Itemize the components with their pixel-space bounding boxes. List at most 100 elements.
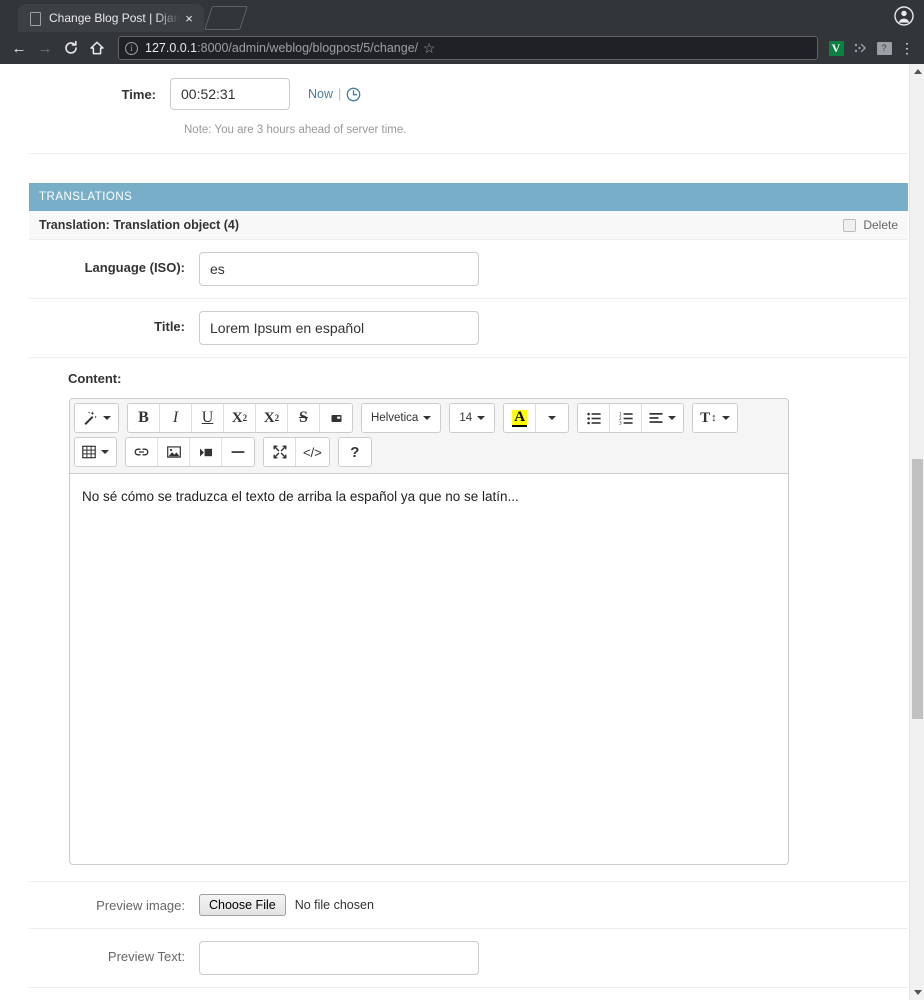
- strikethrough-button[interactable]: S: [288, 404, 320, 432]
- fontname-group: Helvetica: [361, 403, 441, 433]
- subscript-button[interactable]: X2: [256, 404, 288, 432]
- style-group: [74, 403, 119, 433]
- fontname-dropdown[interactable]: Helvetica: [362, 404, 440, 432]
- title-input[interactable]: Lorem Ipsum en español: [199, 311, 479, 345]
- time-input[interactable]: 00:52:31: [170, 78, 290, 110]
- extension-placeholder-icon[interactable]: ?: [872, 36, 896, 60]
- content-label: Content:: [68, 371, 908, 386]
- language-field-row: Language (ISO): es: [29, 240, 908, 299]
- preview-text-input[interactable]: [199, 941, 479, 975]
- eraser-icon[interactable]: [320, 404, 352, 432]
- expand-icon[interactable]: [264, 438, 296, 466]
- list-group: 1 2 3: [577, 403, 684, 433]
- svg-text:3: 3: [619, 420, 622, 425]
- scroll-up-icon[interactable]: [910, 64, 924, 79]
- translations-header: TRANSLATIONS: [29, 183, 908, 211]
- rich-text-editor: B I U X2 X2 S: [69, 398, 789, 865]
- code-icon[interactable]: </>: [296, 438, 329, 466]
- django-admin-change-form: Time: 00:52:31 Now | Note: You are 3 hou…: [0, 64, 909, 1000]
- scrollbar-thumb[interactable]: [912, 459, 923, 719]
- line-height-icon[interactable]: T↕: [693, 404, 737, 432]
- chevron-down-icon: [722, 416, 730, 420]
- view-group: </>: [263, 437, 330, 467]
- fontname-label: Helvetica: [371, 412, 418, 424]
- color-dropdown[interactable]: [536, 404, 568, 432]
- site-info-icon[interactable]: i: [125, 42, 138, 55]
- inline-title: Translation: Translation object (4): [39, 218, 239, 232]
- insert-group: [125, 437, 255, 467]
- new-tab-button[interactable]: [204, 6, 248, 30]
- table-icon[interactable]: [75, 438, 116, 466]
- align-icon[interactable]: [642, 404, 683, 432]
- clock-icon[interactable]: [346, 87, 361, 102]
- chevron-down-icon: [101, 450, 109, 454]
- preview-text-field-row: Preview Text:: [29, 929, 908, 988]
- fontsize-group: 14: [449, 403, 495, 433]
- page-scrollbar[interactable]: [909, 64, 924, 1000]
- translations-module: TRANSLATIONS Translation: Translation ob…: [29, 183, 908, 988]
- language-input[interactable]: es: [199, 252, 479, 286]
- back-icon[interactable]: ←: [6, 35, 32, 61]
- title-label: Title:: [29, 311, 199, 334]
- line-height-group: T↕: [692, 403, 738, 433]
- choose-file-button[interactable]: Choose File: [199, 894, 286, 916]
- file-status-text: No file chosen: [295, 898, 374, 912]
- italic-button[interactable]: I: [160, 404, 192, 432]
- font-style-group: B I U X2 X2 S: [127, 403, 353, 433]
- fontsize-dropdown[interactable]: 14: [450, 404, 494, 432]
- underline-button[interactable]: U: [192, 404, 224, 432]
- table-group: [74, 437, 117, 467]
- forward-icon[interactable]: →: [32, 35, 58, 61]
- page-viewport: Time: 00:52:31 Now | Note: You are 3 hou…: [0, 64, 924, 1000]
- extension-vue-devtools-icon[interactable]: V: [824, 36, 848, 60]
- chevron-down-icon: [423, 416, 431, 420]
- tab-strip: Change Blog Post | Djang ×: [0, 0, 924, 32]
- close-icon[interactable]: ×: [180, 9, 198, 27]
- chevron-down-icon: [668, 416, 676, 420]
- chevron-down-icon: [477, 416, 485, 420]
- chevron-down-icon: [548, 416, 556, 420]
- minus-icon[interactable]: [222, 438, 254, 466]
- browser-chrome: Change Blog Post | Djang × ← →: [0, 0, 924, 64]
- address-bar[interactable]: i 127.0.0.1:8000/admin/weblog/blogpost/5…: [118, 36, 818, 60]
- magic-wand-icon[interactable]: [75, 404, 118, 432]
- ol-icon[interactable]: 1 2 3: [610, 404, 642, 432]
- page-icon: [28, 11, 42, 25]
- bold-button[interactable]: B: [128, 404, 160, 432]
- extension-puzzle-icon[interactable]: [848, 36, 872, 60]
- home-icon[interactable]: [84, 35, 110, 61]
- reload-icon[interactable]: [58, 35, 84, 61]
- scroll-down-icon[interactable]: [910, 985, 924, 1000]
- color-group: A: [503, 403, 569, 433]
- superscript-button[interactable]: X2: [224, 404, 256, 432]
- editor-content-area[interactable]: No sé cómo se traduzca el texto de arrib…: [70, 474, 788, 864]
- link-icon[interactable]: [126, 438, 158, 466]
- url-text: 127.0.0.1:8000/admin/weblog/blogpost/5/c…: [145, 41, 418, 55]
- tab-title: Change Blog Post | Djang: [49, 11, 180, 25]
- now-link[interactable]: Now: [308, 87, 333, 101]
- browser-menu-icon[interactable]: ⋮: [896, 36, 918, 60]
- language-label: Language (ISO):: [29, 252, 199, 275]
- url-path: :8000/admin/weblog/blogpost/5/change/: [197, 41, 418, 55]
- preview-image-label: Preview image:: [29, 894, 199, 913]
- url-host: 127.0.0.1: [145, 41, 197, 55]
- delete-label: Delete: [863, 218, 898, 232]
- ul-icon[interactable]: [578, 404, 610, 432]
- preview-text-label: Preview Text:: [29, 941, 199, 964]
- title-field-row: Title: Lorem Ipsum en español: [29, 299, 908, 358]
- question-icon[interactable]: ?: [339, 438, 371, 466]
- bookmark-star-icon[interactable]: ☆: [418, 37, 440, 59]
- time-field-row: Time: 00:52:31 Now | Note: You are 3 hou…: [0, 64, 909, 136]
- delete-control[interactable]: Delete: [843, 218, 898, 232]
- profile-avatar-icon[interactable]: [892, 4, 916, 28]
- font-color-A-icon: A: [512, 410, 527, 427]
- browser-tab[interactable]: Change Blog Post | Djang ×: [18, 4, 204, 32]
- recent-color-button[interactable]: A: [504, 404, 536, 432]
- image-icon[interactable]: [158, 438, 190, 466]
- delete-checkbox[interactable]: [843, 219, 856, 232]
- browser-toolbar: ← → i 127.0.0.1:8000/admin/weblog/blogpo…: [0, 32, 924, 64]
- editor-toolbar-row-1: B I U X2 X2 S: [74, 403, 784, 433]
- video-icon[interactable]: [190, 438, 222, 466]
- editor-toolbar-row-2: </> ?: [74, 437, 784, 467]
- server-time-note: Note: You are 3 hours ahead of server ti…: [184, 124, 909, 136]
